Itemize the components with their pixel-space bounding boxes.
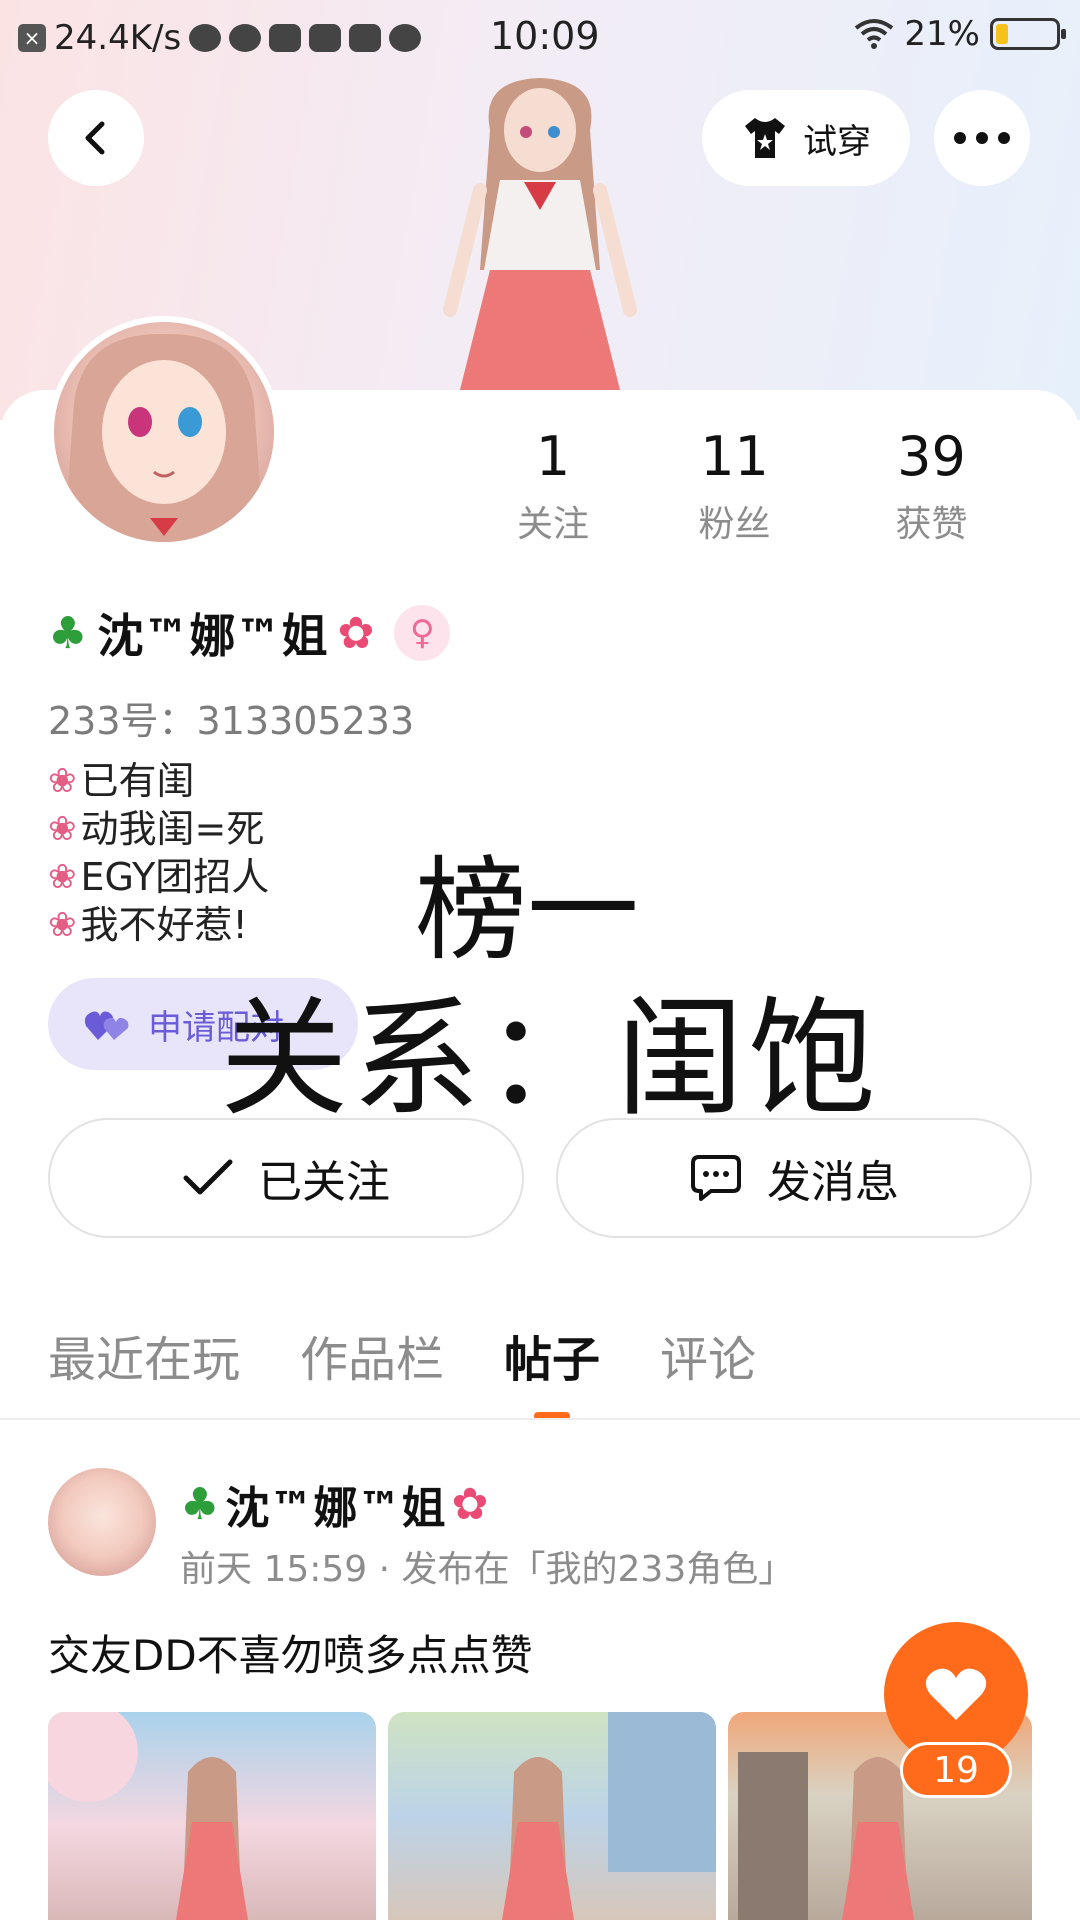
tab-comments[interactable]: 评论: [660, 1320, 756, 1390]
play-icon: [349, 24, 382, 52]
double-heart-icon: [84, 1011, 129, 1040]
status-right: 21%: [854, 14, 1066, 54]
bio-line: ❀ 已有闺: [48, 757, 269, 805]
back-button[interactable]: [48, 90, 144, 186]
tab-posts[interactable]: 帖子: [504, 1320, 601, 1420]
user-id: 233号：313305233: [48, 699, 415, 743]
post-text[interactable]: 交友DD不喜勿喷多点点赞: [48, 1622, 533, 1683]
bio-line-text: 已有闺: [80, 759, 195, 803]
post-image[interactable]: [388, 1712, 716, 1920]
check-icon: [183, 1159, 233, 1195]
try-on-label: 试穿: [803, 121, 871, 162]
bio-line-text: 我不好惹!: [80, 903, 248, 947]
bio-line: ❀ 动我闺=死: [48, 805, 269, 853]
bio-line: ❀ EGY团招人: [48, 853, 269, 901]
stat-followers[interactable]: 11 粉丝: [636, 425, 833, 547]
status-bar: × 24.4K/s 10:09 21%: [0, 0, 1080, 76]
avatar-character-figure[interactable]: [420, 70, 660, 390]
tab-label: 作品栏: [300, 1332, 445, 1388]
status-left: × 24.4K/s: [18, 18, 422, 58]
tulip-icon: ❀: [48, 761, 77, 801]
mail-icon: [309, 24, 342, 52]
profile-name-row: ♣ 沈™娜™姐 ✿ ♀: [48, 600, 451, 666]
stat-likes[interactable]: 39 获赞: [833, 425, 1030, 547]
stat-likes-value: 39: [897, 425, 966, 488]
profile-tabs: 最近在玩 作品栏 帖子 评论: [48, 1320, 756, 1420]
clover-icon: ♣: [48, 607, 88, 659]
battery-icon: [990, 18, 1066, 50]
overlay-caption-line2: 关系：闺饱: [220, 985, 881, 1134]
battery-fill: [996, 24, 1008, 44]
send-message-label: 发消息: [767, 1157, 899, 1208]
video-icon: [269, 24, 302, 52]
tshirt-icon: [745, 118, 785, 158]
tab-recently-played[interactable]: 最近在玩: [48, 1320, 240, 1390]
stat-following[interactable]: 1 关注: [470, 425, 636, 547]
tab-works[interactable]: 作品栏: [300, 1320, 444, 1390]
tab-label: 最近在玩: [48, 1332, 241, 1388]
close-notification-icon: ×: [18, 24, 46, 52]
post-author-row: ♣ 沈™娜™姐 ✿: [180, 1472, 488, 1536]
post-image-figure: [502, 1712, 716, 1920]
heart-icon: [925, 1668, 987, 1720]
stat-followers-value: 11: [700, 425, 769, 488]
battery-percent: 21%: [904, 14, 980, 54]
hibiscus-icon: ✿: [337, 607, 375, 659]
tulip-icon: ❀: [48, 857, 77, 897]
stat-likes-label: 获赞: [895, 504, 968, 545]
followed-button[interactable]: 已关注: [48, 1118, 524, 1238]
clover-icon: ♣: [180, 1478, 220, 1530]
tulip-icon: ❀: [48, 905, 77, 945]
chevron-left-icon: [85, 121, 105, 155]
bio-line-text: 动我闺=死: [80, 807, 265, 851]
net-speed: 24.4K/s: [54, 18, 182, 58]
hibiscus-icon: ✿: [451, 1478, 489, 1530]
music-icon: [389, 24, 422, 52]
profile-name: 沈™娜™姐: [97, 609, 328, 663]
avatar-portrait: [64, 333, 264, 542]
tab-label: 帖子: [504, 1332, 601, 1388]
post-image-figure: [48, 1712, 248, 1920]
bio-line-text: EGY团招人: [80, 855, 270, 899]
cloud-icon: [189, 24, 222, 52]
post-image[interactable]: [48, 1712, 376, 1920]
female-gender-icon: ♀: [394, 605, 451, 661]
planet-icon: [229, 24, 262, 52]
post-author-avatar[interactable]: [48, 1468, 156, 1576]
post-author-name[interactable]: 沈™娜™姐: [225, 1472, 445, 1536]
stat-following-value: 1: [535, 425, 571, 488]
send-message-button[interactable]: 发消息: [556, 1118, 1032, 1238]
stat-followers-label: 粉丝: [698, 504, 771, 545]
post-meta: 前天 15:59 · 发布在「我的233角色」: [180, 1549, 795, 1590]
bio-line: ❀ 我不好惹!: [48, 901, 269, 949]
profile-bio: ❀ 已有闺 ❀ 动我闺=死 ❀ EGY团招人 ❀ 我不好惹!: [48, 757, 269, 949]
tab-label: 评论: [660, 1332, 757, 1388]
status-time: 10:09: [490, 14, 600, 58]
stat-following-label: 关注: [517, 504, 590, 545]
tabs-divider: [0, 1418, 1080, 1420]
try-on-button[interactable]: 试穿: [702, 90, 910, 186]
profile-avatar[interactable]: [48, 316, 280, 548]
tulip-icon: ❀: [48, 809, 77, 849]
profile-stats: 1 关注 11 粉丝 39 获赞: [470, 425, 1030, 547]
chat-bubble-icon: [691, 1155, 741, 1201]
wifi-icon: [855, 19, 894, 49]
more-button[interactable]: [934, 90, 1030, 186]
more-horizontal-icon: [954, 132, 1010, 144]
like-count-badge: 19: [900, 1742, 1012, 1798]
followed-label: 已关注: [258, 1157, 390, 1208]
